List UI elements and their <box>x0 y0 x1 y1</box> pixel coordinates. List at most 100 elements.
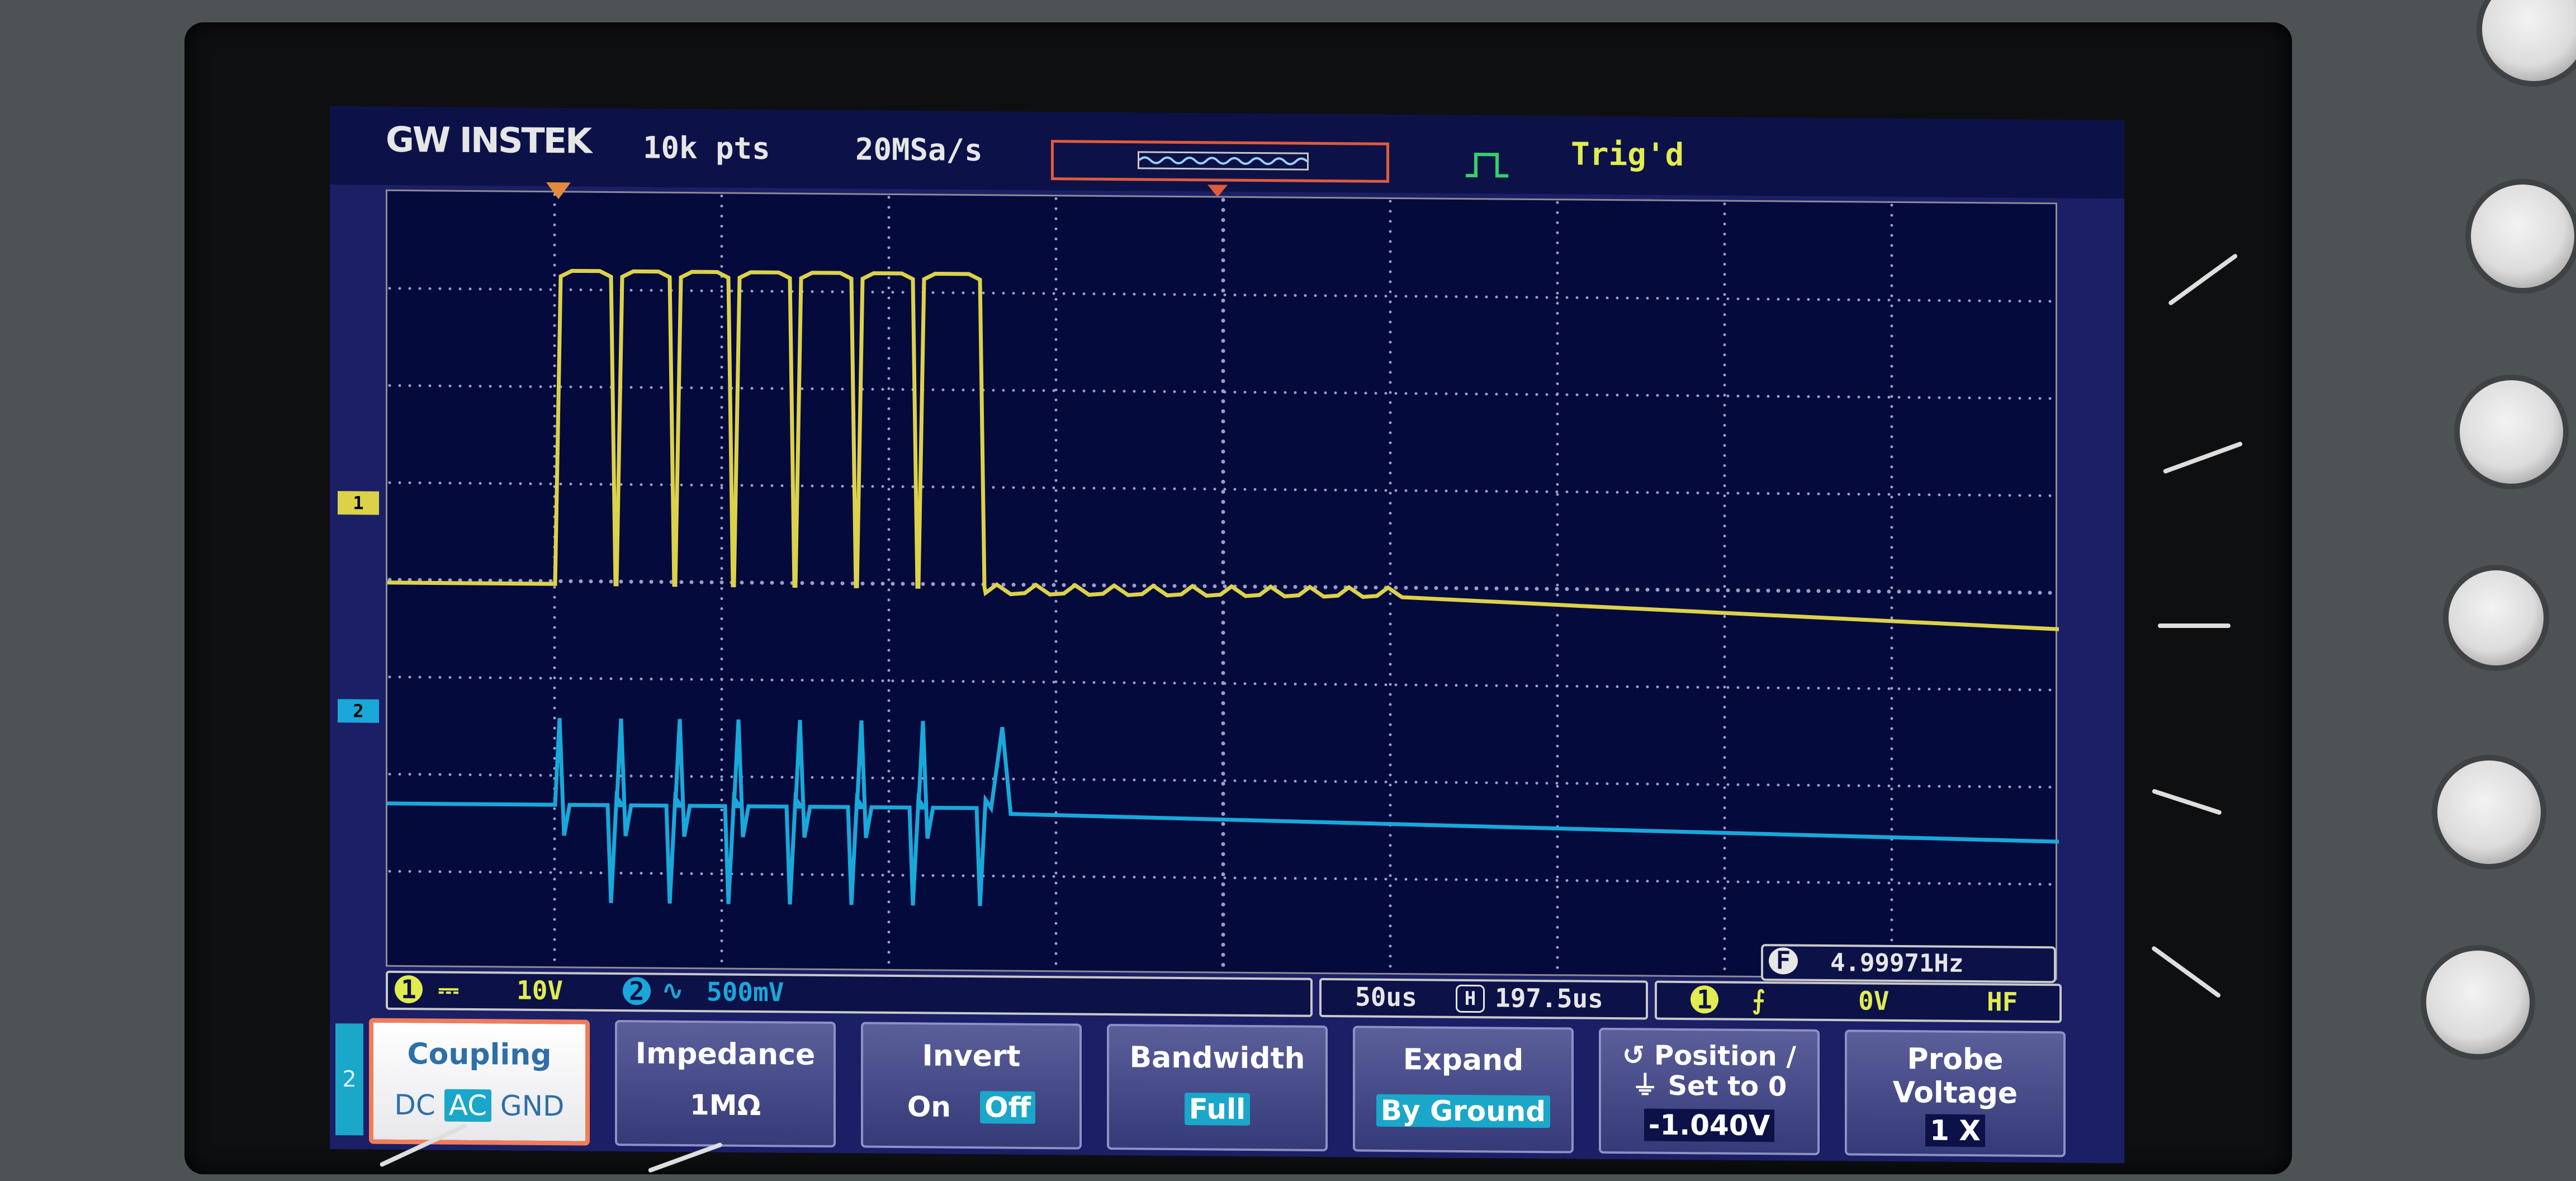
softkey-knob-3[interactable] <box>2449 570 2544 665</box>
impedance-button[interactable]: Impedance 1MΩ <box>615 1020 836 1148</box>
softkey-knob-0[interactable] <box>2482 0 2576 81</box>
grid-dot <box>569 385 572 389</box>
position-button[interactable]: ↺ Position / ⏚ Set to 0 -1.040V <box>1599 1027 1820 1155</box>
grid-dot <box>650 774 653 778</box>
grid-dot <box>887 236 891 239</box>
grid-dot <box>831 776 834 780</box>
grid-dot <box>1233 779 1237 782</box>
grid-dot <box>901 873 905 877</box>
ch2-ground-marker[interactable]: 2 <box>338 699 379 723</box>
softkey-knob-2[interactable] <box>2460 380 2563 484</box>
grid-dot <box>553 344 556 347</box>
grid-dot <box>650 872 653 875</box>
grid-dot <box>1054 267 1058 271</box>
softkey-knob-5[interactable] <box>2426 951 2530 1054</box>
grid-dot <box>1173 778 1176 782</box>
grid-dot <box>1042 292 1045 295</box>
grid-dot <box>1475 489 1478 493</box>
grid-dot <box>1054 881 1058 885</box>
grid-dot <box>1626 296 1629 300</box>
grid-dot <box>690 872 693 875</box>
grid-dot <box>1102 778 1106 781</box>
invert-button[interactable]: Invert On Off <box>861 1022 1082 1150</box>
ch1-waveform <box>387 268 2059 631</box>
grid-dot <box>1389 330 1392 334</box>
softkey-knob-1[interactable] <box>2471 185 2574 288</box>
probe-voltage-button[interactable]: Probe Voltage 1 X <box>1845 1029 2066 1158</box>
grid-dot <box>720 788 723 792</box>
grid-dot <box>1556 473 1559 476</box>
grid-dot <box>1556 754 1559 758</box>
grid-dot <box>1917 493 1921 497</box>
grid-dot <box>1890 636 1893 640</box>
grid-dot <box>1890 757 1893 760</box>
grid-dot <box>1556 291 1559 295</box>
grid-dot <box>1193 876 1196 879</box>
grid-dot <box>1978 785 1981 788</box>
grid-dot <box>479 676 482 679</box>
grid-dot <box>962 388 965 391</box>
grid-dot <box>1221 409 1225 414</box>
grid-dot <box>1389 220 1392 223</box>
grid-dot <box>720 577 723 580</box>
grid-dot <box>1556 271 1559 275</box>
grid-dot <box>1877 299 1881 302</box>
horizontal-position: 197.5us <box>1495 982 1603 1014</box>
grid-dot <box>710 289 713 292</box>
grid-dot <box>2018 688 2021 691</box>
grid-dot <box>720 718 723 721</box>
grid-dot <box>2028 300 2032 303</box>
grid-dot <box>951 388 955 391</box>
horizontal-position-icon: H <box>1456 984 1485 1013</box>
expand-button[interactable]: Expand By Ground <box>1353 1026 1574 1154</box>
grid-dot <box>1304 682 1307 686</box>
grid-dot <box>887 820 891 823</box>
grid-dot <box>720 466 723 470</box>
grid-dot <box>1042 875 1045 878</box>
grid-dot <box>1054 670 1058 673</box>
grid-dot <box>1556 583 1559 587</box>
coupling-title: Coupling <box>407 1037 552 1073</box>
grid-dot <box>1556 432 1559 436</box>
grid-dot <box>1054 257 1058 261</box>
softkey-knob-4[interactable] <box>2437 760 2541 864</box>
grid-dot <box>887 709 891 712</box>
grid-dot <box>1890 707 1893 710</box>
grid-dot <box>1890 566 1893 569</box>
grid-dot <box>1143 292 1146 296</box>
grid-dot <box>760 290 764 293</box>
grid-dot <box>539 773 542 777</box>
grid-dot <box>1221 661 1225 665</box>
grid-dot <box>1890 727 1893 730</box>
grid-dot <box>553 404 556 408</box>
grid-dot <box>887 639 891 642</box>
grid-dot <box>1465 684 1468 687</box>
grid-dot <box>1324 683 1327 686</box>
grid-dot <box>1867 881 1871 885</box>
grid-dot <box>1354 489 1357 492</box>
grid-dot <box>1947 590 1952 594</box>
grid-dot <box>1221 339 1225 343</box>
timebase-bar: 50us H 197.5us <box>1319 977 1648 1020</box>
grid-dot <box>1344 780 1347 783</box>
grid-dot <box>1723 394 1726 397</box>
grid-dot <box>1314 780 1317 783</box>
grid-dot <box>1723 796 1726 800</box>
ch1-ground-marker[interactable]: 1 <box>338 491 379 515</box>
grid-dot <box>589 483 593 486</box>
grid-dot <box>831 290 834 294</box>
grid-dot <box>1897 493 1901 496</box>
bandwidth-button[interactable]: Bandwidth Full <box>1107 1023 1328 1152</box>
grid-dot <box>1746 394 1750 398</box>
reset-icon: ↺ <box>1622 1040 1645 1071</box>
grid-dot <box>1054 579 1058 583</box>
grid-dot <box>1978 299 1981 303</box>
coupling-button[interactable]: Coupling DC AC GND <box>369 1018 590 1146</box>
grid-dot <box>1203 876 1206 880</box>
grid-dot <box>1054 932 1058 935</box>
grid-dot <box>1221 913 1225 917</box>
grid-dot <box>1887 493 1891 496</box>
grid-dot <box>1344 391 1347 395</box>
grid-dot <box>1723 635 1726 639</box>
grid-dot <box>720 939 723 943</box>
